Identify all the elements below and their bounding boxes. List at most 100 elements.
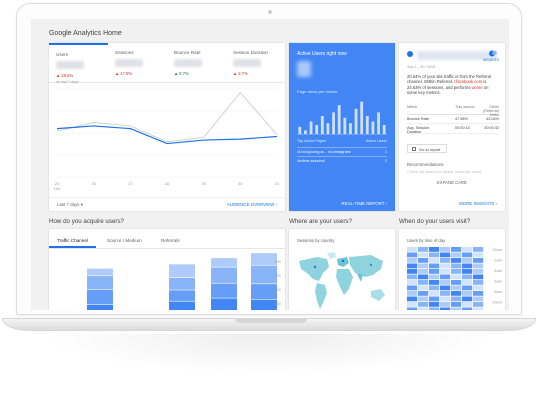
heatmap-cell bbox=[473, 269, 484, 274]
pages-column-header: Top Active Pages bbox=[297, 139, 327, 143]
col-this-source: This source bbox=[455, 105, 475, 109]
recommendations-title: Recommendations bbox=[407, 162, 444, 167]
pageview-bar bbox=[382, 125, 386, 134]
pageview-bar bbox=[298, 126, 302, 134]
heatmap-cell bbox=[451, 274, 462, 280]
recommendation-text: Check out what your similar users are do… bbox=[407, 170, 481, 174]
heatmap-cell bbox=[418, 252, 429, 258]
time-of-day-card: Users by time of day 12am 2am 4am 6am 8am 10a… bbox=[399, 229, 505, 310]
map-africa bbox=[336, 269, 353, 295]
pageview-bar bbox=[309, 121, 313, 134]
pageview-bar bbox=[315, 125, 319, 134]
cell: 47.98% bbox=[455, 117, 468, 121]
channel-bar-segment bbox=[169, 301, 195, 310]
x-tick-label: 28 bbox=[165, 181, 170, 186]
metric-value-blurred bbox=[233, 59, 261, 67]
go-to-report-button[interactable]: Go to report bbox=[407, 144, 447, 153]
heatmap-cell bbox=[440, 263, 451, 269]
heatmap-cell bbox=[473, 263, 484, 269]
heatmap-cell bbox=[407, 307, 418, 310]
channel-bar-segment bbox=[211, 283, 237, 298]
heatmap-cell bbox=[473, 280, 484, 285]
date-range-dropdown[interactable]: Last 7 days ▾ bbox=[57, 202, 83, 208]
heatmap-cell bbox=[418, 285, 429, 291]
metric-value-blurred bbox=[174, 59, 202, 67]
heatmap-cell bbox=[418, 247, 429, 252]
cell: Avg. Session Duration bbox=[407, 126, 430, 135]
heatmap-cell bbox=[473, 296, 484, 302]
heatmap-cell bbox=[451, 291, 462, 296]
tab-referrals[interactable]: Referrals bbox=[161, 238, 180, 243]
channel-bar-segment bbox=[169, 264, 195, 278]
metric-tab-users[interactable]: Users ▲ 19.6% vs last 7 days bbox=[49, 43, 108, 84]
insights-badge-icon[interactable] bbox=[489, 50, 497, 57]
heatmap-cell bbox=[473, 258, 484, 263]
pageview-bar bbox=[365, 116, 369, 134]
heatmap-cell bbox=[473, 252, 484, 258]
heatmap-cell bbox=[451, 269, 462, 274]
heatmap-cell bbox=[429, 252, 440, 258]
table-row: Bounce Rate 47.98% 43.04% bbox=[407, 115, 499, 124]
heatmap-cell bbox=[473, 291, 484, 296]
metric-tabs: Users ▲ 19.6% vs last 7 days Sessions ▲ … bbox=[49, 43, 285, 84]
expand-card-button[interactable]: EXPAND CARD bbox=[399, 180, 505, 185]
heatmap-cell bbox=[418, 258, 429, 263]
metric-tab-sessions[interactable]: Sessions ▲ 17.8% bbox=[108, 43, 167, 83]
audience-overview-link[interactable]: AUDIENCE OVERVIEW › bbox=[227, 202, 277, 207]
metric-tab-bounce-rate[interactable]: Bounce Rate ▲ 8.7% bbox=[167, 43, 226, 83]
map-hotspot-asia bbox=[370, 264, 372, 266]
tab-source-medium[interactable]: Source / Medium bbox=[107, 238, 142, 243]
heatmap-cell bbox=[407, 280, 418, 285]
metric-delta: ▲ 19.6% bbox=[56, 73, 74, 78]
metric-label: Bounce Rate bbox=[174, 50, 201, 55]
heatmap-cell bbox=[407, 258, 418, 263]
insights-badge-label: INSIGHTS bbox=[482, 58, 499, 62]
laptop-notch bbox=[235, 319, 307, 323]
geo-card: Sessions by country bbox=[289, 229, 395, 310]
where-section-title: Where are your users? bbox=[289, 218, 352, 225]
heatmap-cell bbox=[440, 252, 451, 258]
hour-label: 12am bbox=[492, 247, 503, 252]
cell: 00:00:15 bbox=[455, 126, 470, 130]
pageviews-label: Page views per minute bbox=[297, 89, 338, 94]
active-tab-indicator bbox=[49, 246, 96, 248]
go-to-report-label: Go to report bbox=[419, 146, 441, 152]
tab-traffic-channel[interactable]: Traffic Channel bbox=[57, 238, 88, 243]
heatmap-cell bbox=[418, 269, 429, 274]
col-metric: Metric bbox=[407, 105, 418, 109]
pageview-bar bbox=[320, 116, 324, 134]
heatmap-cell bbox=[473, 274, 484, 280]
pageview-bar bbox=[332, 112, 335, 134]
heatmap-cell bbox=[451, 307, 462, 310]
map-south-america bbox=[315, 283, 327, 309]
x-tick-label: Oct bbox=[54, 186, 61, 191]
heatmap-cell bbox=[407, 296, 418, 302]
heatmap-cell bbox=[429, 280, 440, 285]
more-insights-link[interactable]: MORE INSIGHTS › bbox=[459, 201, 497, 206]
active-page-row[interactable]: /3-hong-kong-st... on-instagram/ 1 bbox=[297, 147, 387, 154]
page-users: 1 bbox=[384, 159, 387, 163]
users-line-chart: 25Oct26 27 28 29 30 31 bbox=[54, 88, 280, 191]
current-period-line bbox=[56, 125, 278, 145]
insight-text: 20.54% of your site traffic is from the … bbox=[407, 74, 499, 96]
realtime-title: Active Users right now bbox=[297, 51, 347, 57]
page-users: 1 bbox=[384, 150, 387, 154]
cell: 43.04% bbox=[486, 117, 499, 121]
active-page-row[interactable]: /dc/free-session/ 1 bbox=[297, 156, 387, 163]
realtime-report-link[interactable]: REAL-TIME REPORT › bbox=[342, 201, 387, 206]
pageviews-bar-chart bbox=[297, 101, 387, 135]
heatmap-cell bbox=[462, 280, 473, 285]
map-india bbox=[357, 274, 363, 282]
channel-bar-segment bbox=[251, 299, 277, 310]
metric-tab-session-duration[interactable]: Session Duration ▲ 2.7% bbox=[226, 43, 285, 83]
heatmap-cell bbox=[440, 269, 451, 274]
map-australia bbox=[371, 289, 385, 301]
acquisition-stacked-bar-chart: 300 250 200 150 bbox=[87, 253, 282, 310]
channel-bar-segment bbox=[211, 267, 237, 283]
cell: Bounce Rate bbox=[407, 117, 429, 121]
realtime-card: Active Users right now Page views per mi… bbox=[289, 43, 395, 211]
map-asia bbox=[349, 255, 383, 277]
heatmap-cell bbox=[429, 285, 440, 291]
map-hotspot-europe bbox=[341, 259, 345, 263]
page-title: Google Analytics Home bbox=[49, 30, 122, 37]
